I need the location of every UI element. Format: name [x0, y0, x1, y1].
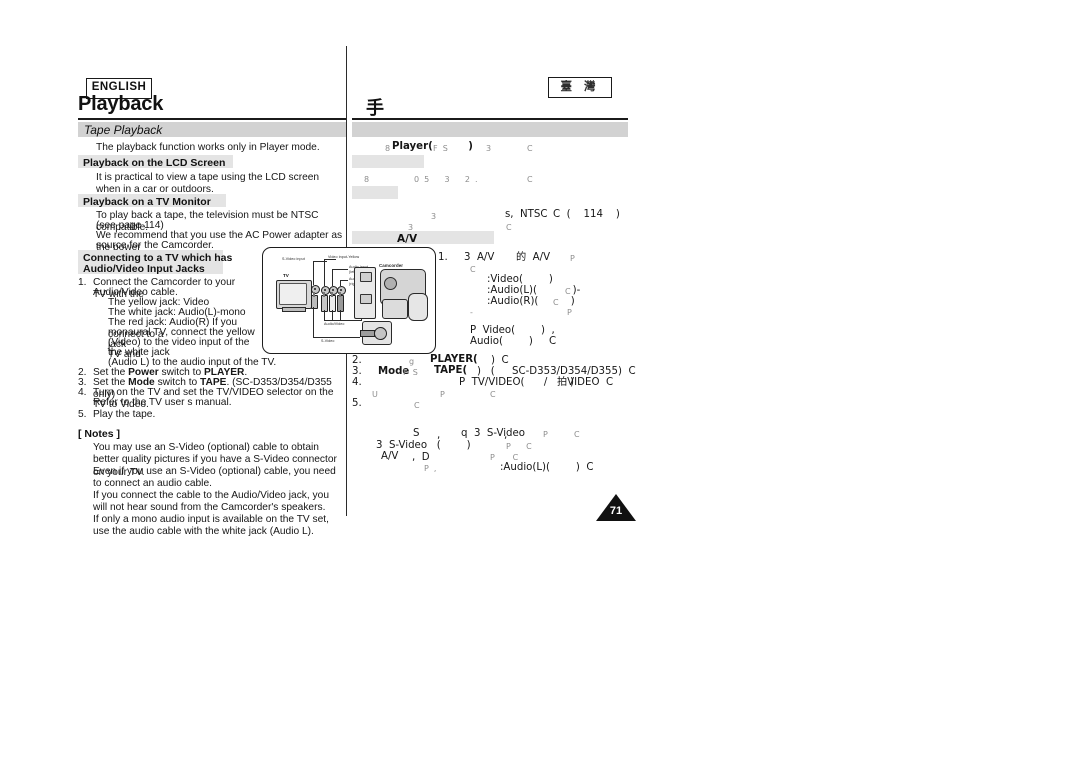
cn-intro-mark-c: 3 — [486, 144, 492, 153]
cn-note-3-a: A/V — [381, 451, 399, 462]
leader-line-video — [324, 259, 325, 286]
camcorder-lcd-panel — [382, 299, 408, 319]
cn-note-1-a: S — [413, 428, 420, 439]
cable-s-video-run — [313, 307, 314, 338]
cn-step-3-tape: TAPE( — [434, 365, 468, 376]
cn-mono-line-2: Audio( ) C — [470, 336, 557, 347]
tv-stand — [282, 307, 306, 312]
cn-step-5-mark: C — [414, 401, 420, 410]
camcorder-port-av — [360, 272, 372, 282]
cn-jack-mark-p: P — [567, 308, 572, 317]
cn-note-4-b: :Audio(L)( ) C — [500, 462, 594, 473]
leader-line-audio-right-h — [340, 280, 348, 281]
leader-line-audio-right — [340, 280, 341, 286]
note-item-3: If you connect the cable to the Audio/Vi… — [93, 490, 329, 514]
cn-step-1-number: 1. — [438, 252, 448, 263]
jack-s-video — [311, 285, 320, 294]
cable-video-run — [324, 310, 325, 320]
diagram-label-video-input: Video input-Yellow — [328, 255, 360, 259]
camcorder-hand-grip — [408, 293, 428, 321]
band-cn-av-jacks — [352, 231, 494, 244]
cn-intro-mark-b: F S — [433, 144, 448, 153]
step-4-line-2: Refer to the TV user s manual. — [93, 397, 232, 408]
step-5-line-1: Play the tape. — [93, 409, 156, 420]
cn-lcd-mark-a: 8 — [364, 175, 370, 184]
cn-step-5-number: 5. — [352, 398, 362, 409]
camcorder-port-s-video — [360, 294, 372, 304]
cable-av-bundle — [324, 320, 362, 321]
cable-audio-right-run — [340, 310, 341, 320]
heading-playback-lcd: Playback on the LCD Screen — [83, 157, 226, 169]
title-rule-right — [352, 118, 628, 120]
diagram-label-s-video-input: S-Video input — [282, 257, 305, 261]
cn-step-4-video: 拍VIDEO C — [557, 377, 614, 388]
tv-screen — [279, 282, 307, 305]
s-video-jack-closeup — [374, 327, 387, 340]
note-item-4: If only a mono audio input is available … — [93, 514, 329, 538]
cn-intro-mark-d: C — [527, 144, 533, 153]
cn-step-1-mark-c: C — [470, 265, 476, 274]
cn-av-band-label: A/V — [397, 233, 418, 245]
cable-s-video-bundle — [313, 337, 360, 338]
leader-line-s-video-h — [313, 261, 327, 262]
cn-tv-mark-dot: 3 — [431, 212, 437, 221]
diagram-label-tv: TV — [283, 273, 289, 278]
connection-diagram: TV S-Video input Video input-Yellow Audi… — [262, 247, 436, 354]
cn-jack-right-mark: C — [553, 298, 559, 307]
cn-tv-mark-c: C — [506, 223, 512, 232]
leader-line-audio-left-h — [332, 269, 348, 270]
cn-intro-mark-a: 8 — [385, 144, 391, 153]
title-rule-left — [78, 118, 346, 120]
page-number-badge: 71 — [596, 494, 636, 522]
diagram-label-audio-video-cable: Audio/Video — [324, 322, 345, 326]
note-item-2: Even if you use an S-Video (optional) ca… — [93, 466, 336, 490]
leader-line-video-h — [324, 259, 336, 260]
cn-note-1-svideo: q 3 S-Video — [461, 428, 525, 439]
cn-note-1-mark-c: C — [574, 430, 580, 439]
cn-step-4-number: 4. — [352, 377, 362, 388]
jack-audio-right-red — [337, 286, 346, 295]
band-cn-playback-lcd — [352, 155, 424, 168]
diagram-label-s-video-cable: S-Video — [321, 339, 335, 343]
camcorder-lens — [384, 277, 397, 290]
cn-tv-ntsc: s, NTSC — [505, 209, 548, 220]
page-title-english: Playback — [78, 93, 164, 115]
cn-step-4-mark-u: U — [372, 390, 378, 399]
cn-lcd-mark-b: 0 5 3 2 . — [414, 175, 478, 184]
page-title-chinese: 手 — [366, 98, 384, 119]
locale-badge-taiwan: 臺 灣 — [548, 77, 612, 98]
cn-step-4-mark-p: P — [440, 390, 445, 399]
section-title-tape-playback: Tape Playback — [84, 123, 163, 137]
s-video-plug-closeup — [360, 330, 375, 337]
camcorder-jack-panel — [354, 267, 376, 319]
cn-lcd-mark-c: C — [527, 175, 533, 184]
cn-note-1-mark-p: P — [543, 430, 548, 439]
cn-note-4-a: P , — [424, 464, 437, 473]
leader-line-s-video — [313, 261, 314, 285]
leader-line-audio-left — [332, 269, 333, 286]
notes-title: [ Notes ] — [78, 428, 120, 440]
step-1-number: 1. — [78, 277, 87, 288]
step-4-number: 4. — [78, 387, 87, 398]
cable-audio-left-run — [332, 310, 333, 320]
cn-step-3-marks: F S — [403, 368, 418, 377]
cn-step-1-av2: 的 A/V — [516, 252, 551, 263]
cn-jack-dash: - — [470, 308, 473, 317]
cn-step-4-mark-c: C — [490, 390, 496, 399]
step-5-number: 5. — [78, 409, 87, 420]
diagram-label-camcorder: Camcorder — [379, 263, 404, 268]
cn-tv-page-ref: C ( 114 ) — [553, 209, 620, 220]
heading-connecting-line2: Audio/Video Input Jacks — [83, 263, 205, 275]
band-cn-tape-playback — [352, 122, 628, 137]
page-number: 71 — [609, 505, 623, 517]
cn-jack-audio-right: :Audio(R)( ) — [487, 296, 575, 307]
manual-page: ENGLISH 臺 灣 Playback 手 Tape Playback The… — [0, 0, 1080, 764]
cn-step-1-mark-p: P — [570, 254, 575, 263]
cn-step-1-av: 3 A/V — [464, 252, 495, 263]
tape-playback-intro: The playback function works only in Play… — [96, 142, 320, 153]
heading-playback-tv: Playback on a TV Monitor — [83, 196, 211, 208]
band-cn-playback-tv — [352, 186, 398, 199]
